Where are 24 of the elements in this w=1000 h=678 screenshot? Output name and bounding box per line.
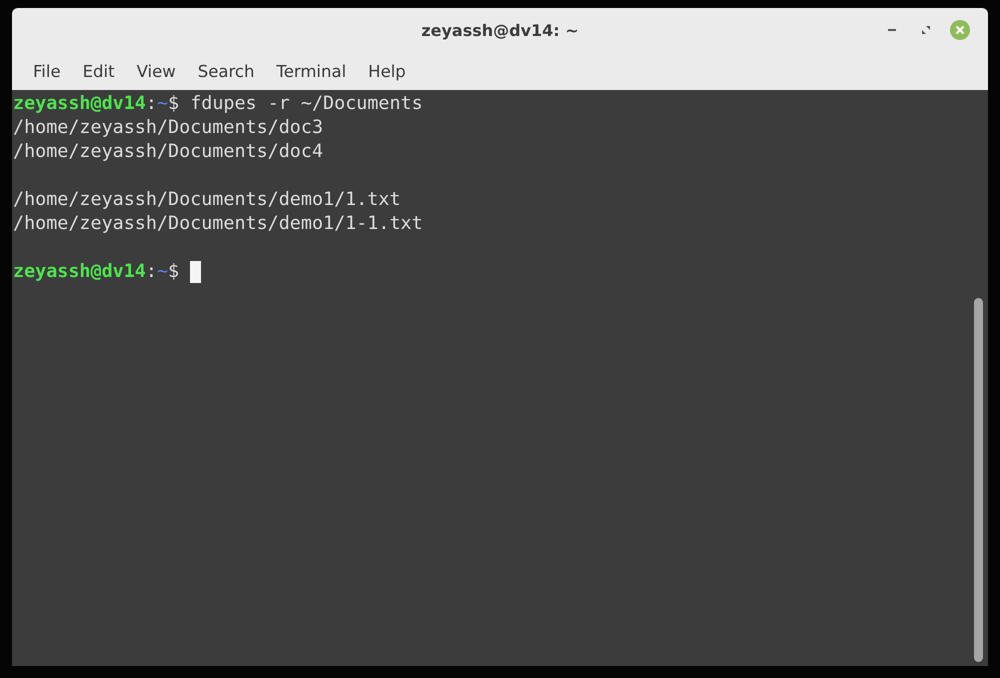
scrollbar[interactable] <box>974 298 983 662</box>
prompt-user: zeyassh@dv14 <box>13 260 146 284</box>
prompt-path: ~ <box>156 92 168 116</box>
prompt-separator: : <box>146 260 157 284</box>
prompt-separator: : <box>146 92 157 116</box>
output-line: /home/zeyassh/Documents/doc3 <box>13 116 324 140</box>
menu-item[interactable]: Help <box>357 62 417 80</box>
prompt-symbol: $ <box>168 92 180 116</box>
menu-item[interactable]: Terminal <box>265 62 358 80</box>
command-text: fdupes -r ~/Documents <box>190 92 423 116</box>
window-title: zeyassh@dv14: ~ <box>421 20 579 40</box>
terminal-area[interactable]: zeyassh@dv14:~$ fdupes -r ~/Documents /home/zeyassh/Documents/doc3 /home/zeyassh/Documents/doc4 /home/zeyassh/Documents/demo1/1.txt /home/zeyassh/Documents/demo1/1-1.txt zeyassh@dv14:~$ <box>12 90 988 666</box>
output-line: /home/zeyassh/Documents/doc4 <box>13 140 324 164</box>
output-line: /home/zeyassh/Documents/demo1/1.txt <box>13 188 401 212</box>
restore-icon <box>922 26 930 34</box>
menu-item[interactable]: View <box>126 62 187 80</box>
prompt-symbol: $ <box>168 260 180 284</box>
menu-item[interactable]: File <box>22 62 72 80</box>
menu-item[interactable]: Edit <box>72 62 126 80</box>
prompt-path: ~ <box>156 260 168 284</box>
minimize-icon <box>887 29 897 31</box>
prompt-user: zeyassh@dv14 <box>13 92 146 116</box>
menu-item[interactable]: Search <box>186 62 266 80</box>
output-line: /home/zeyassh/Documents/demo1/1-1.txt <box>13 212 423 236</box>
